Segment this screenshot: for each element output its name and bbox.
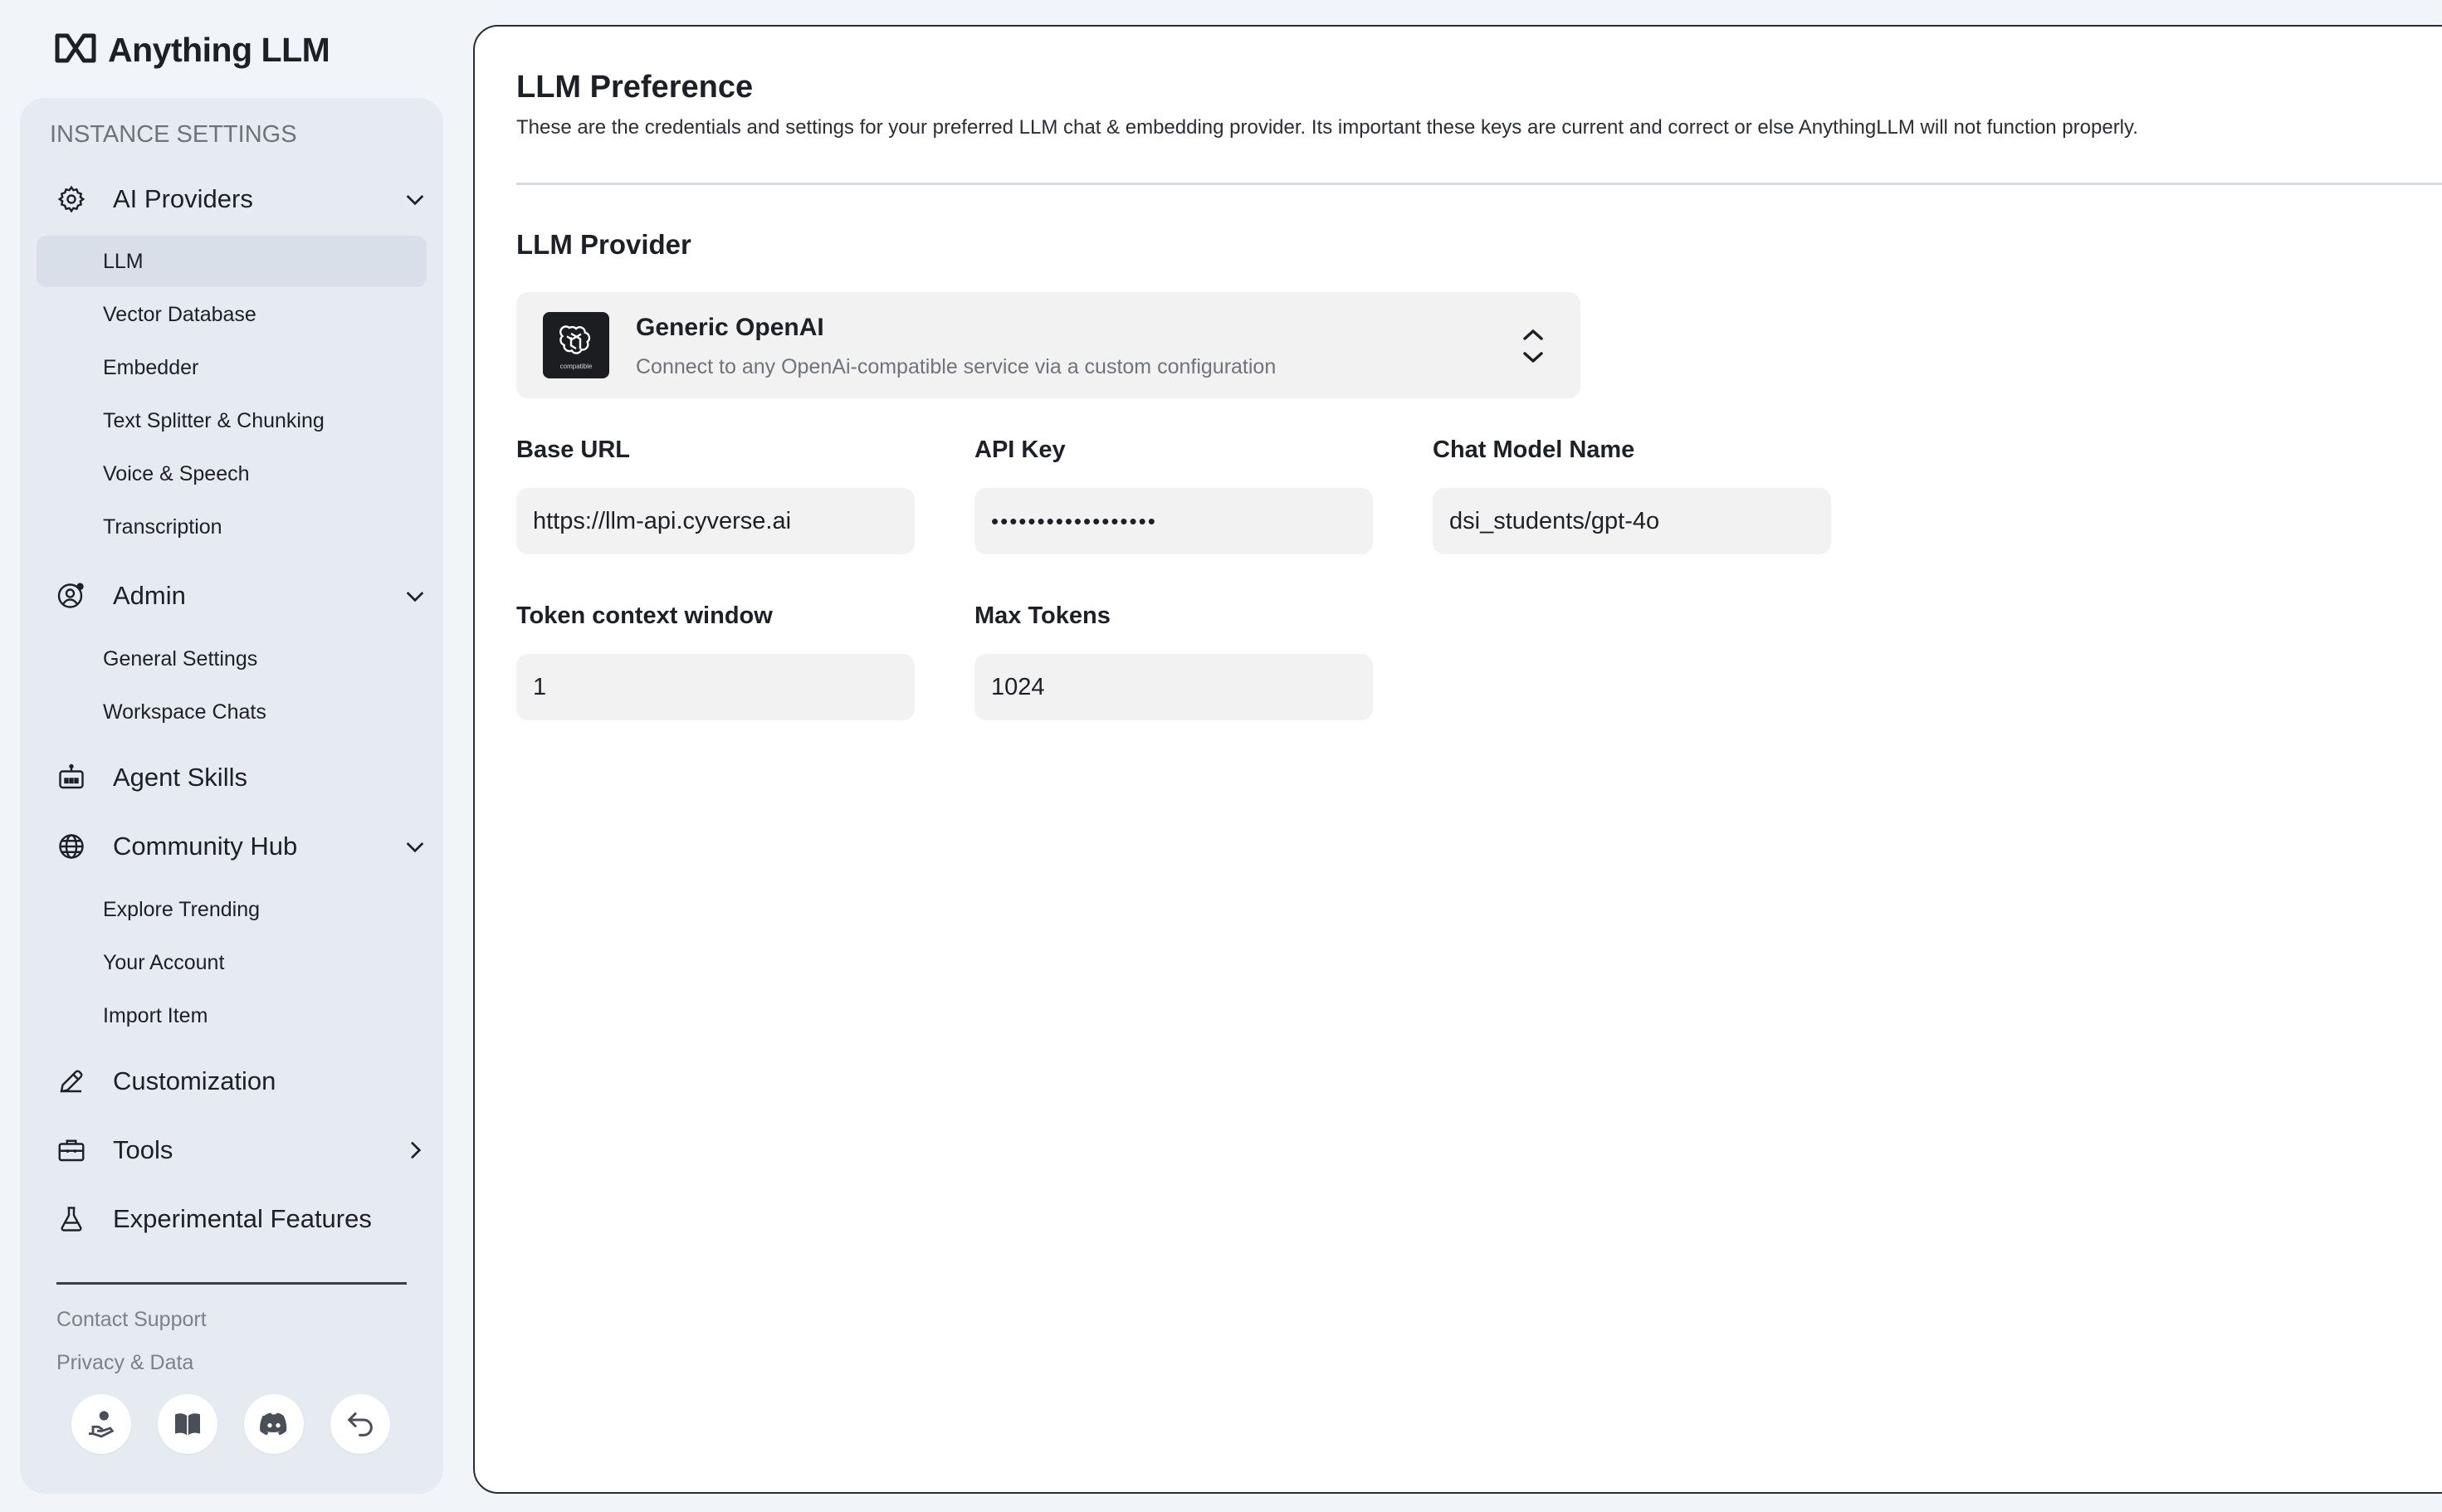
provider-name: Generic OpenAI	[636, 314, 824, 341]
api-key-input[interactable]	[974, 488, 1373, 554]
app-logo[interactable]: Anything LLM	[55, 28, 330, 71]
chat-model-name-input[interactable]	[1433, 488, 1831, 554]
sidebar-group-experimental-features[interactable]: Experimental Features	[55, 1196, 428, 1242]
sidebar-item-workspace-chats[interactable]: Workspace Chats	[37, 686, 427, 738]
sidebar-item-llm[interactable]: LLM	[37, 236, 427, 287]
api-key-label: API Key	[974, 437, 1066, 463]
chevron-right-icon[interactable]	[402, 1137, 428, 1163]
sidebar-section-title: INSTANCE SETTINGS	[50, 121, 297, 148]
chat-model-name-label: Chat Model Name	[1433, 437, 1635, 463]
robot-icon	[55, 761, 88, 794]
section-divider	[516, 183, 2442, 185]
sidebar-item-text-splitter[interactable]: Text Splitter & Chunking	[37, 395, 427, 446]
openai-compatible-logo: compatible	[543, 312, 609, 378]
base-url-label: Base URL	[516, 437, 630, 463]
footer-icon-bar	[71, 1394, 390, 1454]
token-context-window-label: Token context window	[516, 602, 773, 629]
sidebar-item-your-account[interactable]: Your Account	[37, 937, 427, 988]
donate-hand-icon[interactable]	[71, 1394, 131, 1454]
gear-icon	[55, 183, 88, 216]
sidebar-item-explore-trending[interactable]: Explore Trending	[37, 884, 427, 935]
max-tokens-label: Max Tokens	[974, 602, 1111, 629]
page-description: These are the credentials and settings f…	[516, 116, 2138, 139]
provider-description: Connect to any OpenAi-compatible service…	[636, 355, 1277, 378]
sidebar-item-embedder[interactable]: Embedder	[37, 342, 427, 393]
user-gear-icon	[55, 579, 88, 612]
settings-main-panel: LLM Preference These are the credentials…	[473, 25, 2442, 1494]
sidebar-group-label: Experimental Features	[113, 1204, 372, 1233]
chevron-down-icon[interactable]	[402, 583, 428, 609]
sidebar-item-import-item[interactable]: Import Item	[37, 990, 427, 1041]
sidebar-group-label: AI Providers	[113, 184, 253, 213]
back-arrow-icon[interactable]	[330, 1394, 390, 1454]
provider-section-title: LLM Provider	[516, 229, 691, 260]
sidebar-group-label: Community Hub	[113, 832, 298, 861]
llm-provider-select[interactable]: compatible Generic OpenAI Connect to any…	[516, 292, 1580, 398]
chevron-up-down-icon[interactable]	[1519, 324, 1547, 368]
toolbox-icon	[55, 1134, 88, 1167]
token-context-window-input[interactable]	[516, 654, 915, 720]
anythingllm-logo-icon	[55, 33, 96, 67]
app-title: Anything LLM	[108, 30, 330, 69]
discord-icon[interactable]	[244, 1394, 304, 1454]
settings-sidebar: INSTANCE SETTINGS AI Providers LLM Vecto…	[20, 98, 443, 1494]
pencil-icon	[55, 1065, 88, 1098]
sidebar-group-label: Customization	[113, 1066, 276, 1095]
flask-icon	[55, 1202, 88, 1236]
globe-icon	[55, 830, 88, 863]
sidebar-item-vector-database[interactable]: Vector Database	[37, 289, 427, 340]
sidebar-item-transcription[interactable]: Transcription	[37, 501, 427, 553]
sidebar-group-tools[interactable]: Tools	[55, 1127, 428, 1173]
privacy-data-link[interactable]: Privacy & Data	[56, 1351, 193, 1375]
chevron-down-icon[interactable]	[402, 186, 428, 212]
sidebar-group-label: Tools	[113, 1135, 173, 1164]
sidebar-group-customization[interactable]: Customization	[55, 1058, 428, 1105]
sidebar-group-label: Admin	[113, 581, 186, 610]
logo-caption: compatible	[559, 362, 593, 370]
max-tokens-input[interactable]	[974, 654, 1373, 720]
contact-support-link[interactable]: Contact Support	[56, 1308, 207, 1332]
sidebar-divider	[56, 1282, 407, 1285]
page-title: LLM Preference	[516, 70, 754, 105]
sidebar-item-voice-speech[interactable]: Voice & Speech	[37, 448, 427, 500]
sidebar-group-community-hub[interactable]: Community Hub	[55, 823, 428, 870]
base-url-input[interactable]	[516, 488, 915, 554]
sidebar-group-agent-skills[interactable]: Agent Skills	[55, 754, 428, 801]
chevron-down-icon[interactable]	[402, 833, 428, 860]
sidebar-group-label: Agent Skills	[113, 763, 247, 792]
sidebar-item-general-settings[interactable]: General Settings	[37, 633, 427, 685]
book-icon[interactable]	[158, 1394, 217, 1454]
sidebar-group-admin[interactable]: Admin	[55, 573, 428, 619]
sidebar-group-ai-providers[interactable]: AI Providers	[55, 176, 428, 222]
